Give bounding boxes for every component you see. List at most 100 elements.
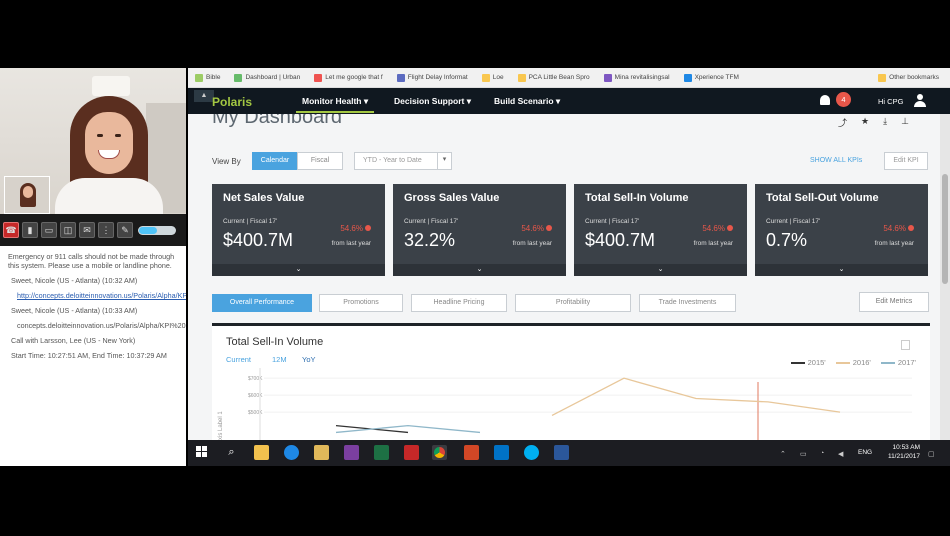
snip-icon[interactable]: [404, 445, 419, 460]
bookmark-label: Mina revitalisingsal: [614, 74, 670, 81]
collapse-icon[interactable]: ▲: [194, 90, 214, 102]
explorer-icon[interactable]: [254, 445, 269, 460]
chart-tab-current[interactable]: Current: [226, 355, 251, 364]
emergency-notice: Emergency or 911 calls should not be mad…: [8, 252, 175, 270]
y-tick-label: $600K: [248, 393, 263, 399]
download-icon[interactable]: ⤓: [883, 116, 887, 129]
legend-swatch: [790, 361, 805, 364]
legend-item[interactable]: 2017': [880, 358, 916, 367]
scrollbar-thumb[interactable]: [942, 174, 948, 284]
kpi-card-sell-in[interactable]: Total Sell-In Volume Current | Fiscal 17…: [574, 184, 747, 276]
user-icon[interactable]: [914, 94, 926, 107]
tab-trade-investments[interactable]: Trade Investments: [639, 294, 736, 312]
chart-options-icon[interactable]: [901, 340, 910, 350]
kpi-period: Current | Fiscal 17': [404, 218, 459, 225]
tray-volume-icon[interactable]: ◀: [838, 450, 843, 458]
scrollbar[interactable]: [940, 114, 950, 440]
nav-build-scenario[interactable]: Build Scenario ▾: [494, 96, 560, 107]
show-all-kpis-link[interactable]: SHOW ALL KPIs: [810, 157, 862, 164]
tab-profitability[interactable]: Profitability: [515, 294, 631, 312]
kpi-card-sell-out[interactable]: Total Sell-Out Volume Current | Fiscal 1…: [755, 184, 928, 276]
bookmark-item[interactable]: Let me google that f: [307, 73, 389, 82]
folder-icon[interactable]: [314, 445, 329, 460]
powerpoint-icon[interactable]: [464, 445, 479, 460]
calendar-toggle[interactable]: Calendar: [252, 152, 298, 170]
expand-chevron-icon[interactable]: ⌄: [574, 264, 747, 276]
edit-metrics-button[interactable]: Edit Metrics: [859, 292, 929, 312]
bookmarks-bar: Bible Dashboard | Urban Let me google th…: [188, 68, 950, 88]
chart-card: Axis Label 1 $700K $600K $500K Total Sell-I…: [212, 323, 930, 440]
bookmark-item[interactable]: Dashboard | Urban: [227, 73, 307, 82]
tray-chevron-icon[interactable]: ⌃: [780, 450, 786, 458]
other-bookmarks[interactable]: Other bookmarks: [871, 73, 946, 82]
legend-item[interactable]: 2015': [790, 358, 826, 367]
kpi-value: 0.7%: [766, 230, 808, 250]
bookmark-icon: [517, 73, 526, 82]
hang-up-icon[interactable]: ☎: [3, 222, 19, 238]
bookmark-item[interactable]: Loe: [475, 73, 511, 82]
star-icon[interactable]: ★: [861, 116, 869, 129]
mute-icon[interactable]: ▮: [22, 222, 38, 238]
bookmark-item[interactable]: Bible: [188, 73, 227, 82]
windows-start-icon[interactable]: [196, 446, 208, 458]
legend-item[interactable]: 2016': [835, 358, 871, 367]
bookmark-icon: [314, 73, 323, 82]
call-times: Start Time: 10:27:51 AM, End Time: 10:37…: [11, 351, 167, 360]
tab-headline-pricing[interactable]: Headline Pricing: [411, 294, 507, 312]
app-logo[interactable]: Polaris: [212, 95, 252, 109]
series-line-2[interactable]: [335, 424, 481, 434]
chart-tab-yoy[interactable]: YoY: [302, 355, 316, 364]
expand-chevron-icon[interactable]: ⌄: [755, 264, 928, 276]
action-center-icon[interactable]: ▢: [928, 450, 935, 458]
bookmark-item[interactable]: Xperience TFM: [677, 73, 746, 82]
bookmark-item[interactable]: Flight Delay Informat: [390, 73, 475, 82]
nav-label: Build Scenario: [494, 96, 554, 106]
tab-promotions[interactable]: Promotions: [319, 294, 403, 312]
onenote-icon[interactable]: [344, 445, 359, 460]
tray-network-icon[interactable]: ▭: [800, 450, 807, 458]
tab-overall-performance[interactable]: Overall Performance: [212, 294, 312, 312]
excel-icon[interactable]: [374, 445, 389, 460]
chat-icon[interactable]: ✉: [79, 222, 95, 238]
outlook-icon[interactable]: [494, 445, 509, 460]
more-icon[interactable]: ✎: [117, 222, 133, 238]
notification-bell-icon[interactable]: [820, 95, 830, 105]
message-link[interactable]: http://concepts.deloitteinnovation.us/Po…: [8, 291, 186, 300]
clock[interactable]: 10:53 AM 11/21/2017: [888, 443, 920, 461]
edit-kpi-button[interactable]: Edit KPI: [884, 152, 928, 170]
screen-recording: ☎ ▮ ▭ ◫ ✉ ⋮ ✎ Emergency or 911 calls sho…: [0, 0, 950, 536]
expand-chevron-icon[interactable]: ⌄: [393, 264, 566, 276]
bookmark-item[interactable]: Mina revitalisingsal: [597, 73, 677, 82]
search-icon[interactable]: ⌕: [224, 445, 239, 460]
bookmark-label: Let me google that f: [325, 74, 383, 81]
chrome-icon[interactable]: [432, 445, 447, 460]
skype-icon[interactable]: [524, 445, 539, 460]
chevron-down-icon: ▾: [437, 152, 451, 170]
nav-decision-support[interactable]: Decision Support ▾: [394, 96, 471, 107]
volume-slider[interactable]: [138, 225, 176, 235]
tray-wifi-icon[interactable]: ◔: [820, 450, 824, 457]
edge-icon[interactable]: [284, 445, 299, 460]
share-icon[interactable]: ⤴: [838, 116, 847, 129]
word-icon[interactable]: [554, 445, 569, 460]
share-icon[interactable]: ◫: [60, 222, 76, 238]
series-line-1[interactable]: [551, 377, 841, 417]
video-icon[interactable]: ▭: [41, 222, 57, 238]
expand-chevron-icon[interactable]: ⌄: [212, 264, 385, 276]
self-view[interactable]: [4, 176, 50, 214]
background-lamp: [92, 76, 130, 96]
down-indicator-icon: [546, 225, 552, 231]
pin-icon[interactable]: ⊥: [901, 116, 909, 129]
bookmark-item[interactable]: PCA Little Bean Spro: [511, 73, 597, 82]
dashboard-content: My Dashboard ⤴ ★ ⤓ ⊥ View By Calendar Fi…: [188, 114, 940, 440]
fiscal-toggle[interactable]: Fiscal: [297, 152, 343, 170]
dialpad-icon[interactable]: ⋮: [98, 222, 114, 238]
kpi-change: 54.6%: [702, 224, 733, 233]
clock-time: 10:53 AM: [892, 444, 920, 451]
nav-monitor-health[interactable]: Monitor Health ▾: [295, 96, 375, 113]
kpi-card-gross-sales[interactable]: Gross Sales Value Current | Fiscal 17' 3…: [393, 184, 566, 276]
chart-tab-12m[interactable]: 12M: [272, 355, 287, 364]
period-select[interactable]: YTD - Year to Date ▾: [354, 152, 452, 170]
kpi-card-net-sales[interactable]: Net Sales Value Current | Fiscal 17' $40…: [212, 184, 385, 276]
language-indicator[interactable]: ENG: [858, 449, 872, 456]
